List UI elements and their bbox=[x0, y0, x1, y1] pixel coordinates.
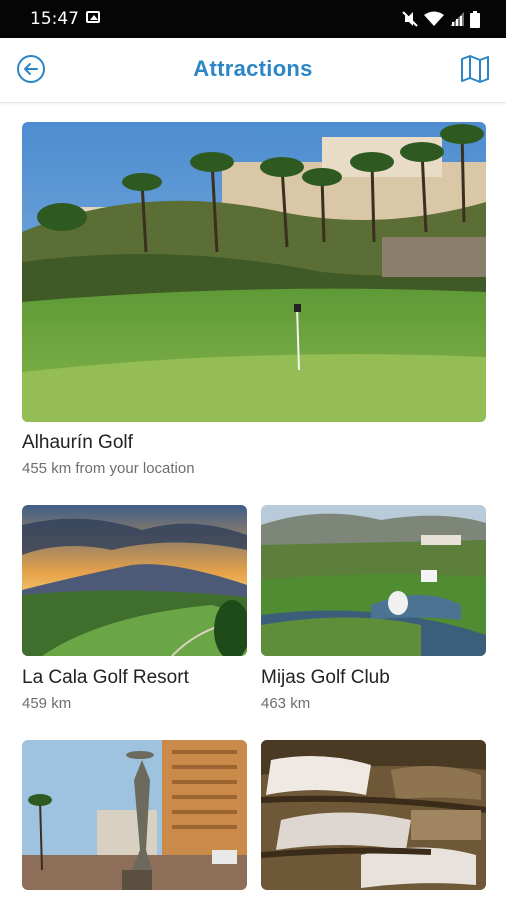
attraction-photo bbox=[261, 740, 486, 890]
attraction-card[interactable]: Mijas Golf Club 463 km bbox=[261, 505, 486, 715]
attraction-distance: 455 km from your location bbox=[22, 460, 195, 477]
status-icons bbox=[402, 10, 480, 28]
attraction-distance: 463 km bbox=[261, 695, 311, 712]
attraction-card[interactable] bbox=[261, 740, 486, 890]
map-icon[interactable] bbox=[459, 53, 491, 85]
status-bar: 15:47 bbox=[0, 0, 506, 38]
attraction-name: Alhaurín Golf bbox=[22, 432, 133, 453]
attraction-name: La Cala Golf Resort bbox=[22, 667, 189, 688]
attraction-photo bbox=[261, 505, 486, 656]
signal-icon bbox=[450, 12, 464, 26]
battery-icon bbox=[470, 10, 480, 28]
app-bar: Attractions bbox=[0, 38, 506, 103]
attraction-photo bbox=[22, 122, 486, 422]
attraction-photo bbox=[22, 740, 247, 890]
attraction-card[interactable]: Alhaurín Golf 455 km from your location bbox=[22, 122, 486, 482]
attraction-card[interactable]: La Cala Golf Resort 459 km bbox=[22, 505, 247, 715]
page-title: Attractions bbox=[193, 56, 313, 81]
gallery-icon bbox=[86, 11, 100, 23]
attraction-name: Mijas Golf Club bbox=[261, 667, 390, 688]
attraction-photo bbox=[22, 505, 247, 656]
status-time: 15:47 bbox=[30, 9, 79, 29]
wifi-icon bbox=[424, 11, 444, 26]
attraction-distance: 459 km bbox=[22, 695, 72, 712]
attraction-card[interactable] bbox=[22, 740, 247, 890]
mute-icon bbox=[402, 11, 418, 27]
